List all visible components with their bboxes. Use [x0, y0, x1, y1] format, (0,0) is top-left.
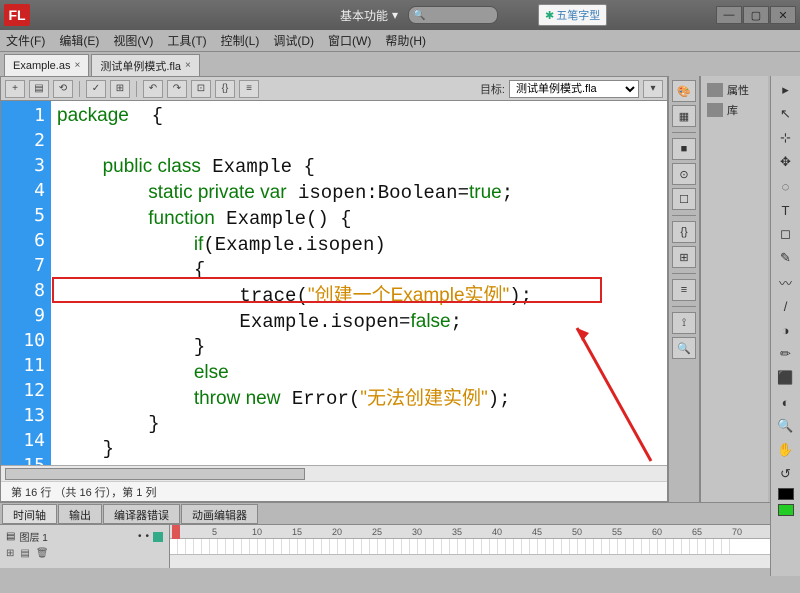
playhead[interactable]: [172, 525, 180, 539]
tool-icon[interactable]: ▤: [29, 80, 49, 98]
tool-icon[interactable]: ✓: [86, 80, 106, 98]
document-tab[interactable]: Example.as×: [4, 54, 89, 76]
bottom-tabbar: 时间轴输出编译器错误动画编辑器: [0, 502, 800, 524]
bottom-tab[interactable]: 编译器错误: [103, 504, 180, 524]
tool-button[interactable]: 🔍: [776, 416, 796, 436]
tool-button[interactable]: ▸: [776, 80, 796, 100]
window-buttons: — ▢ ✕: [716, 6, 796, 24]
app-logo: FL: [4, 4, 30, 26]
search-icon: 🔍: [413, 10, 425, 21]
panel-icon[interactable]: ⊞: [672, 246, 696, 268]
panel-icon[interactable]: ≡: [672, 279, 696, 301]
panel-icon[interactable]: ⊙: [672, 163, 696, 185]
tool-button[interactable]: ↖: [776, 104, 796, 124]
close-button[interactable]: ✕: [770, 6, 796, 24]
menu-item[interactable]: 控制(L): [221, 32, 260, 49]
tool-icon[interactable]: ⟲: [53, 80, 73, 98]
tool-button[interactable]: ✏: [776, 344, 796, 364]
fill-color[interactable]: [778, 504, 794, 516]
bottom-tab[interactable]: 动画编辑器: [181, 504, 258, 524]
timeline-panel: ▤ 图层 1 •• ⊞▤🗑 15101520253035404550556065…: [0, 524, 800, 568]
code-text[interactable]: package { public class Example { static …: [51, 101, 667, 465]
panel-icon[interactable]: ☐: [672, 188, 696, 210]
target-select[interactable]: 测试单例模式.fla: [509, 80, 639, 98]
layer-row[interactable]: ▤ 图层 1 ••: [2, 527, 167, 546]
stroke-color[interactable]: [778, 488, 794, 500]
layer-tools[interactable]: ⊞▤🗑: [2, 546, 167, 561]
ime-icon: ✱: [545, 9, 554, 22]
tool-icon[interactable]: +: [5, 80, 25, 98]
menu-item[interactable]: 调试(D): [273, 32, 314, 49]
horizontal-scrollbar[interactable]: [1, 465, 667, 481]
tool-icon[interactable]: {}: [215, 80, 235, 98]
tool-icon[interactable]: ⊞: [110, 80, 130, 98]
tool-icon[interactable]: ▾: [643, 80, 663, 98]
tools-panel: ▸ ↖ ⊹ ✥ ◌ T ◻ ✎ 〰 / ◑ ✏ ⬛ ◐ 🔍 ✋ ↺: [770, 76, 800, 576]
document-tabbar: Example.as×测试单例模式.fla×: [0, 52, 800, 76]
tool-button[interactable]: 〰: [776, 272, 796, 292]
close-icon[interactable]: ×: [74, 60, 80, 71]
panel-icon[interactable]: {}: [672, 221, 696, 243]
tool-icon[interactable]: ⊡: [191, 80, 211, 98]
tool-icon[interactable]: ↷: [167, 80, 187, 98]
tool-button[interactable]: ⬛: [776, 368, 796, 388]
panel-button[interactable]: 库: [703, 100, 766, 120]
menu-item[interactable]: 编辑(E): [59, 32, 99, 49]
tool-button[interactable]: ✥: [776, 152, 796, 172]
maximize-button[interactable]: ▢: [743, 6, 769, 24]
panel-icon[interactable]: ■: [672, 138, 696, 160]
editor-toolbar: + ▤ ⟲ ✓ ⊞ ↶ ↷ ⊡ {} ≡ 目标: 测试单例模式.fla ▾: [1, 77, 667, 101]
right-panel: 属性库: [700, 76, 768, 502]
code-pane[interactable]: 12345678910111213141516 package { public…: [1, 101, 667, 465]
timeline-track[interactable]: [170, 539, 800, 555]
layer-icon: ▤: [6, 531, 15, 542]
document-tab[interactable]: 测试单例模式.fla×: [91, 54, 200, 76]
timeline-layers: ▤ 图层 1 •• ⊞▤🗑: [0, 525, 170, 568]
tool-button[interactable]: ◑: [776, 320, 796, 340]
line-gutter: 12345678910111213141516: [1, 101, 51, 465]
menu-item[interactable]: 文件(F): [6, 32, 45, 49]
menu-item[interactable]: 工具(T): [167, 32, 206, 49]
bottom-tab[interactable]: 输出: [58, 504, 102, 524]
tool-button[interactable]: ◐: [776, 392, 796, 412]
editor-area: + ▤ ⟲ ✓ ⊞ ↶ ↷ ⊡ {} ≡ 目标: 测试单例模式.fla ▾ 12…: [0, 76, 668, 502]
panel-button[interactable]: 属性: [703, 80, 766, 100]
status-bar: 第 16 行 （共 16 行），第 1 列: [1, 481, 667, 501]
minimize-button[interactable]: —: [716, 6, 742, 24]
workspace-dropdown[interactable]: 基本功能▾: [340, 7, 398, 24]
tool-icon[interactable]: ≡: [239, 80, 259, 98]
menu-item[interactable]: 视图(V): [113, 32, 153, 49]
panel-icon[interactable]: 🔍: [672, 337, 696, 359]
tool-button[interactable]: ◌: [776, 176, 796, 196]
menu-item[interactable]: 帮助(H): [385, 32, 426, 49]
panel-icon: [707, 103, 723, 117]
tool-icon[interactable]: ↶: [143, 80, 163, 98]
tool-button[interactable]: ⊹: [776, 128, 796, 148]
target-label: 目标:: [480, 81, 505, 97]
panel-icon[interactable]: 🎨: [672, 80, 696, 102]
timeline-ruler: 1510152025303540455055606570: [170, 525, 800, 539]
tool-button[interactable]: ↺: [776, 464, 796, 484]
ime-badge[interactable]: ✱五笔字型: [538, 4, 607, 26]
menu-item[interactable]: 窗口(W): [328, 32, 371, 49]
tool-button[interactable]: ✋: [776, 440, 796, 460]
timeline-track-area[interactable]: 1510152025303540455055606570: [170, 525, 800, 568]
tool-button[interactable]: ✎: [776, 248, 796, 268]
panel-icon[interactable]: ⟟: [672, 312, 696, 334]
tool-button[interactable]: ◻: [776, 224, 796, 244]
tool-button[interactable]: /: [776, 296, 796, 316]
search-field[interactable]: 🔍: [408, 6, 498, 24]
titlebar: FL 基本功能▾ 🔍 ✱五笔字型 — ▢ ✕: [0, 0, 800, 30]
mid-tool-panel: 🎨 ▦ ■ ⊙ ☐ {} ⊞ ≡ ⟟ 🔍: [668, 76, 700, 502]
panel-icon: [707, 83, 723, 97]
menubar: 文件(F) 编辑(E) 视图(V) 工具(T) 控制(L) 调试(D) 窗口(W) 帮助(H): [0, 30, 800, 52]
panel-icon[interactable]: ▦: [672, 105, 696, 127]
close-icon[interactable]: ×: [185, 60, 191, 71]
tool-button[interactable]: T: [776, 200, 796, 220]
bottom-tab[interactable]: 时间轴: [2, 504, 57, 524]
